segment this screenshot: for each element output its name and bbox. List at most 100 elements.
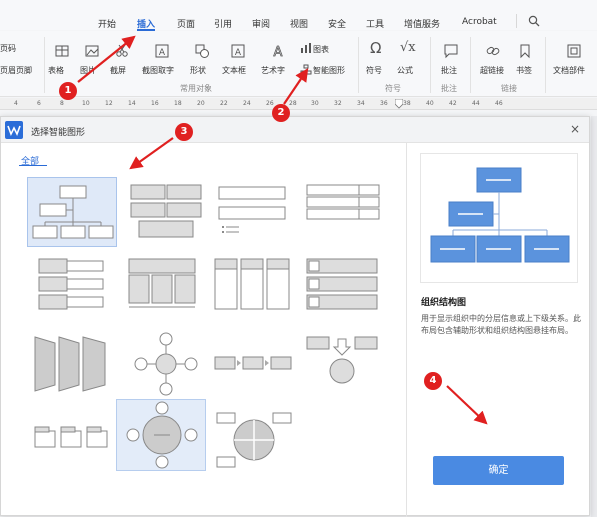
tab-security[interactable]: 安全 — [328, 17, 346, 30]
document-parts-icon — [567, 44, 581, 58]
ruler-tick: 34 — [357, 100, 365, 107]
formula-icon: √x — [400, 40, 416, 55]
ruler-tick: 38 — [403, 100, 411, 107]
ruler-tick: 10 — [82, 100, 90, 107]
tab-view[interactable]: 视图 — [290, 17, 308, 30]
smartart-button[interactable]: 智能图形 — [313, 65, 345, 76]
smartart-converging-process[interactable] — [299, 329, 389, 399]
ruler-tick: 30 — [311, 100, 319, 107]
smartart-segmented-cycle[interactable] — [209, 405, 299, 475]
category-active-indicator — [19, 165, 47, 166]
smartart-icon — [300, 64, 312, 75]
smartart-vertical-bracket[interactable] — [121, 177, 211, 247]
preview-description: 用于显示组织中的分层信息或上下级关系。此布局包含辅助形状和组织结构图悬挂布局。 — [421, 314, 581, 335]
ruler-tick: 18 — [174, 100, 182, 107]
ruler-tick: 28 — [289, 100, 297, 107]
group-label-comment: 批注 — [441, 84, 457, 93]
dialog-title: 选择智能图形 — [31, 128, 86, 138]
group-divider — [358, 37, 359, 93]
ruler-tick: 44 — [472, 100, 480, 107]
ruler-tick: 20 — [197, 100, 205, 107]
tab-divider — [516, 14, 517, 28]
svg-text:A: A — [159, 48, 166, 58]
smartart-radial-cycle[interactable] — [116, 399, 206, 471]
ruler-tick: 12 — [105, 100, 113, 107]
bookmark-icon — [520, 44, 530, 59]
preview-title: 组织结构图 — [421, 298, 467, 308]
table-button[interactable]: 表格 — [48, 65, 64, 76]
shape-icon — [195, 44, 209, 58]
picture-button[interactable]: 图片 — [80, 65, 96, 76]
wordart-button[interactable]: 艺术字 — [261, 65, 285, 76]
chart-icon — [301, 43, 311, 53]
smartart-stacked-list[interactable] — [209, 177, 299, 247]
group-divider — [545, 37, 546, 93]
annotation-badge-3: 3 — [175, 123, 193, 141]
search-icon[interactable] — [528, 15, 540, 27]
hyperlink-button[interactable]: 超链接 — [480, 65, 504, 76]
horizontal-ruler[interactable]: 4 6 8 10 12 14 16 18 20 22 24 26 28 30 3… — [0, 98, 597, 110]
smartart-vertical-box-list[interactable] — [27, 253, 117, 323]
smartart-gallery — [21, 171, 391, 517]
ruler-tick: 16 — [151, 100, 159, 107]
comment-button[interactable]: 批注 — [441, 65, 457, 76]
chart-button[interactable]: 图表 — [313, 44, 329, 55]
screenshot-button[interactable]: 截屏 — [110, 65, 126, 76]
org-chart-preview — [430, 167, 570, 263]
confirm-button[interactable]: 确定 — [433, 456, 564, 485]
group-label-common-objects: 常用对象 — [180, 84, 212, 93]
ruler-tick: 22 — [220, 100, 228, 107]
ruler-tick: 8 — [60, 100, 64, 107]
smartart-basic-process[interactable] — [209, 329, 299, 399]
tab-review[interactable]: 审阅 — [252, 17, 270, 30]
textbox-button[interactable]: 文本框 — [222, 65, 246, 76]
smartart-horizontal-bullet-list[interactable] — [209, 253, 299, 323]
smartart-step-up-list[interactable] — [27, 405, 117, 475]
smartart-horizontal-list[interactable] — [299, 177, 389, 247]
document-parts-button[interactable]: 文档部件 — [553, 65, 585, 76]
smartart-org-chart[interactable] — [27, 177, 117, 247]
tab-page[interactable]: 页面 — [177, 17, 195, 30]
ruler-tick: 32 — [334, 100, 342, 107]
ruler-tick: 14 — [128, 100, 136, 107]
ruler-indent-marker[interactable] — [395, 99, 403, 109]
symbol-button[interactable]: 符号 — [366, 65, 382, 76]
tab-acrobat[interactable]: Acrobat — [462, 17, 497, 27]
preview-panel — [420, 153, 578, 283]
smartart-picture-list[interactable] — [299, 253, 389, 323]
smartart-basic-radial[interactable] — [121, 329, 211, 399]
tab-tools[interactable]: 工具 — [366, 17, 384, 30]
wps-writer-logo — [5, 121, 23, 139]
tab-value-services[interactable]: 增值服务 — [404, 17, 440, 30]
group-label-symbol: 符号 — [385, 84, 401, 93]
ruler-tick: 24 — [243, 100, 251, 107]
dialog-title-bar[interactable]: 选择智能图形 × — [1, 117, 589, 143]
ribbon-toolbar: 页码 页眉页脚 表格 图片 截屏 A 截图取字 形状 A 文本框 A 艺术字 图… — [0, 31, 597, 97]
text-capture-icon: A — [155, 44, 169, 58]
tab-home[interactable]: 开始 — [98, 17, 116, 30]
ruler-tick: 36 — [380, 100, 388, 107]
textbox-icon: A — [231, 44, 245, 58]
smartart-funnel-process[interactable] — [27, 329, 117, 399]
annotation-badge-2: 2 — [272, 104, 290, 122]
formula-button[interactable]: 公式 — [397, 65, 413, 76]
close-icon[interactable]: × — [567, 121, 583, 137]
page-number-button[interactable]: 页码 — [0, 43, 16, 54]
tab-references[interactable]: 引用 — [214, 17, 232, 30]
ribbon-tab-bar: 开始 插入 页面 引用 审阅 视图 安全 工具 增值服务 Acrobat — [0, 0, 597, 30]
screenshot-text-button[interactable]: 截图取字 — [142, 65, 174, 76]
annotation-badge-4: 4 — [424, 372, 442, 390]
smartart-table-hierarchy[interactable] — [121, 253, 211, 323]
group-divider — [430, 37, 431, 93]
svg-text:A: A — [235, 48, 242, 58]
group-label-link: 链接 — [501, 84, 517, 93]
comment-icon — [444, 44, 458, 59]
bookmark-button[interactable]: 书签 — [516, 65, 532, 76]
ruler-tick: 46 — [495, 100, 503, 107]
svg-text:A: A — [274, 45, 283, 59]
ruler-tick: 40 — [426, 100, 434, 107]
group-divider — [44, 37, 45, 93]
group-divider — [470, 37, 471, 93]
header-footer-button[interactable]: 页眉页脚 — [0, 65, 32, 76]
shape-button[interactable]: 形状 — [190, 65, 206, 76]
